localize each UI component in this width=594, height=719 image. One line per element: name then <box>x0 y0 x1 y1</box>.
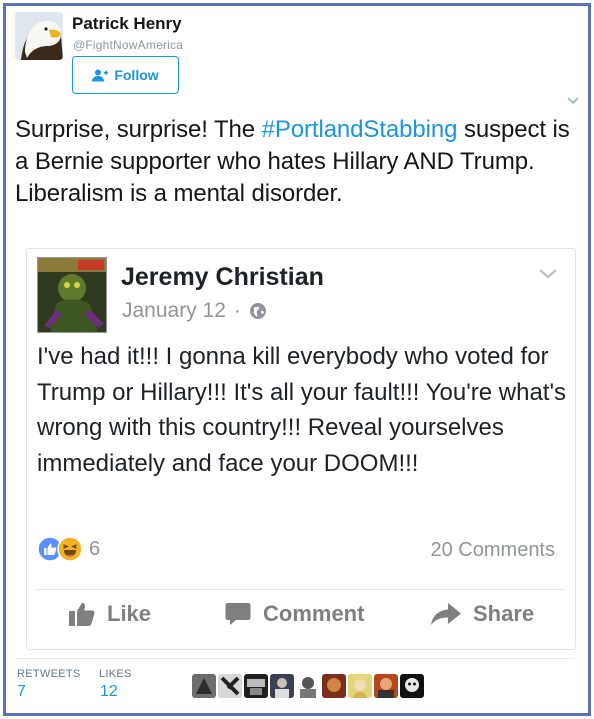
liker-avatar[interactable] <box>296 674 320 698</box>
fb-like-label: Like <box>107 601 152 626</box>
liker-avatar[interactable] <box>192 674 216 698</box>
globe-icon <box>249 303 266 319</box>
liker-avatar[interactable] <box>270 674 294 698</box>
liker-avatar[interactable] <box>374 674 398 698</box>
bald-eagle-icon <box>15 12 63 60</box>
fb-post-menu-chevron-icon[interactable] <box>537 267 559 281</box>
stats-divider <box>15 658 575 659</box>
retweets-label: RETWEETS <box>17 668 81 680</box>
fb-action-bar: Like Comment Share <box>27 601 575 641</box>
author-name[interactable]: Patrick Henry <box>72 14 182 34</box>
liker-avatars <box>192 674 424 698</box>
tweet-menu-chevron-icon[interactable] <box>566 96 580 106</box>
liker-avatar[interactable] <box>400 674 424 698</box>
fb-comment-label: Comment <box>263 601 365 626</box>
comic-character-icon <box>38 258 106 332</box>
reaction-count: 6 <box>89 537 101 560</box>
fb-author-avatar[interactable] <box>37 257 107 333</box>
comment-icon <box>225 603 251 625</box>
fb-share-button[interactable]: Share <box>431 601 534 627</box>
share-arrow-icon <box>431 603 461 625</box>
likes-count[interactable]: 12 <box>100 683 118 701</box>
retweets-count[interactable]: 7 <box>17 683 26 701</box>
comments-count[interactable]: 20 Comments <box>431 539 556 562</box>
author-avatar[interactable] <box>15 12 63 60</box>
haha-reaction-icon <box>57 536 83 562</box>
fb-author-name[interactable]: Jeremy Christian <box>121 263 324 292</box>
liker-avatar[interactable] <box>322 674 346 698</box>
fb-post-meta: January 12 · <box>122 299 267 323</box>
fb-actions-divider <box>37 589 565 590</box>
follow-button[interactable]: Follow <box>72 56 179 94</box>
likes-label: LIKES <box>99 668 132 680</box>
author-handle[interactable]: @FightNowAmerica <box>73 38 183 52</box>
tweet-text: Surprise, surprise! The #PortlandStabbin… <box>15 114 575 210</box>
thumbs-up-icon <box>69 603 95 626</box>
hashtag-link[interactable]: #PortlandStabbing <box>262 116 458 143</box>
add-user-icon <box>92 69 109 81</box>
fb-share-label: Share <box>473 601 535 626</box>
embedded-facebook-post: Jeremy Christian January 12 · I've had i… <box>26 248 576 650</box>
liker-avatar[interactable] <box>348 674 372 698</box>
liker-avatar[interactable] <box>218 674 242 698</box>
fb-comment-button[interactable]: Comment <box>225 601 364 627</box>
follow-label: Follow <box>114 67 159 83</box>
fb-date-separator: · <box>233 299 241 322</box>
fb-post-text: I've had it!!! I gonna kill everybody wh… <box>37 343 567 477</box>
fb-post-date[interactable]: January 12 <box>122 299 226 323</box>
liker-avatar[interactable] <box>244 674 268 698</box>
fb-like-button[interactable]: Like <box>69 601 151 627</box>
tweet-text-before: Surprise, surprise! The <box>15 116 262 143</box>
reaction-summary[interactable]: 6 <box>37 536 100 562</box>
